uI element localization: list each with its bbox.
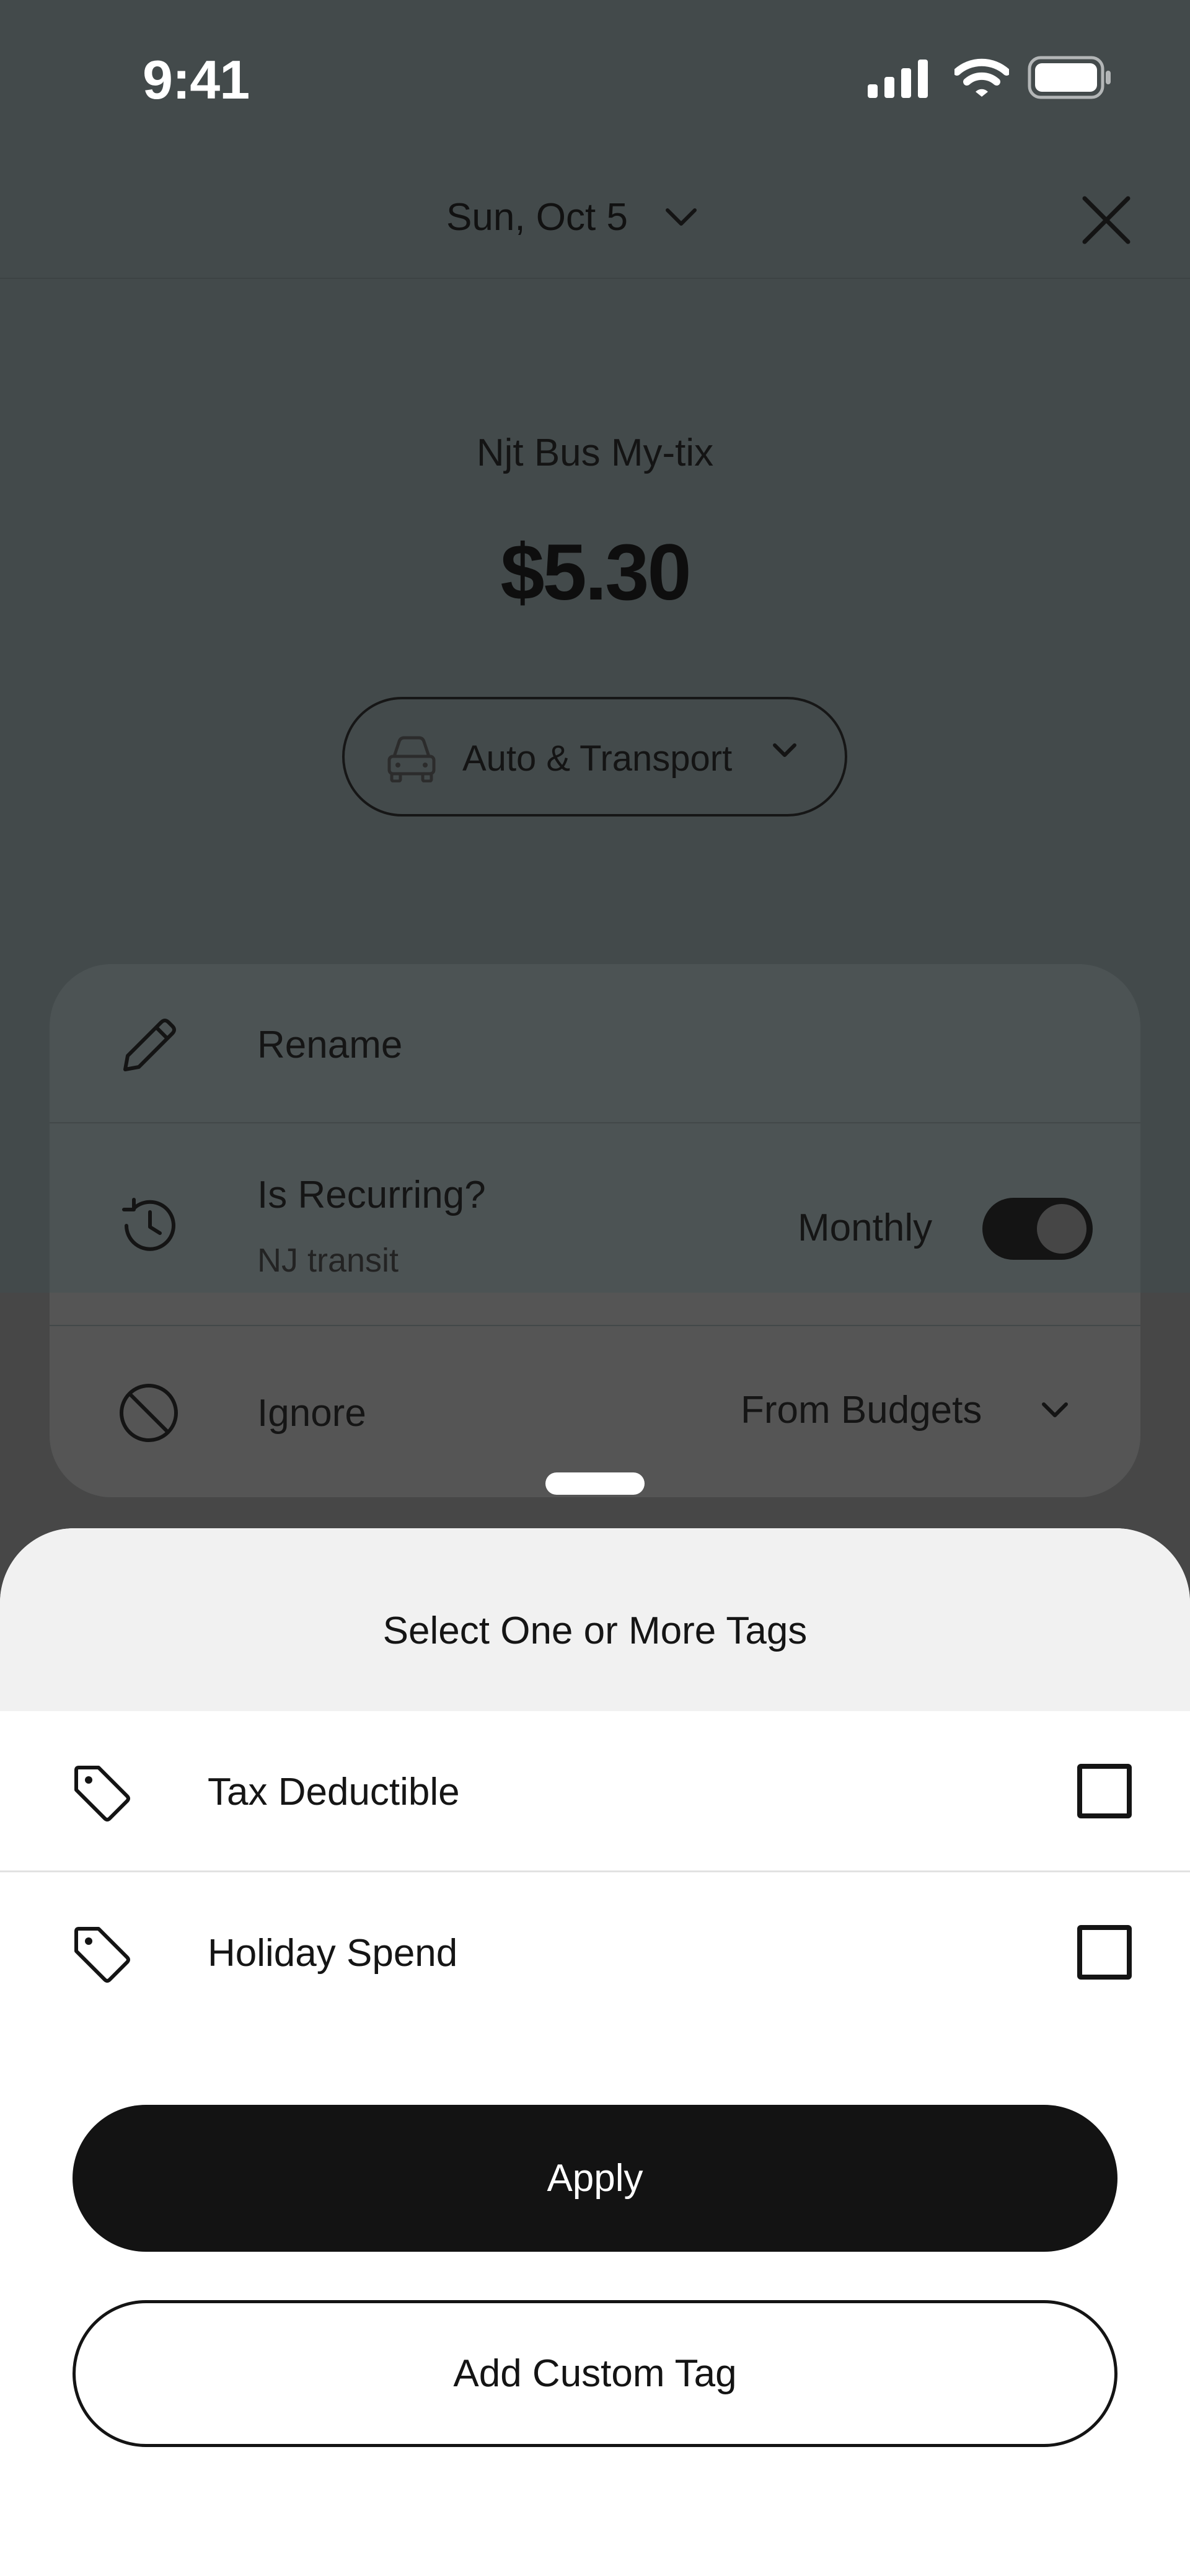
battery-icon xyxy=(1028,56,1111,99)
tag-icon xyxy=(74,1766,130,1821)
status-time: 9:41 xyxy=(143,49,250,110)
category-selector[interactable]: Auto & Transport xyxy=(342,697,847,817)
tag-checkbox[interactable] xyxy=(1077,1764,1132,1818)
recurring-toggle[interactable] xyxy=(982,1198,1093,1260)
cellular-signal-icon xyxy=(868,60,928,98)
pencil-icon xyxy=(123,1019,176,1071)
ignore-value: From Budgets xyxy=(741,1389,982,1432)
recurring-row: Is Recurring? NJ transit Monthly xyxy=(50,1123,1140,1325)
sheet-header: Select One or More Tags xyxy=(0,1528,1190,1711)
sheet-title: Select One or More Tags xyxy=(382,1609,808,1652)
rename-label: Rename xyxy=(257,1024,403,1066)
chevron-down-icon xyxy=(773,743,796,757)
tag-row-tax-deductible[interactable]: Tax Deductible xyxy=(0,1711,1190,1872)
sheet-grabber[interactable] xyxy=(545,1472,645,1495)
history-icon xyxy=(122,1198,175,1251)
tag-icon xyxy=(74,1927,130,1983)
tag-label: Holiday Spend xyxy=(208,1932,458,1975)
block-icon xyxy=(120,1384,178,1442)
tag-row-holiday-spend[interactable]: Holiday Spend xyxy=(0,1872,1190,2034)
close-icon xyxy=(1082,196,1130,244)
date-picker-button[interactable]: Sun, Oct 5 xyxy=(446,186,697,248)
add-custom-tag-button[interactable]: Add Custom Tag xyxy=(73,2300,1117,2447)
category-label: Auto & Transport xyxy=(462,738,733,779)
chevron-down-icon xyxy=(665,208,697,226)
rename-row[interactable]: Rename xyxy=(50,964,1140,1122)
date-label: Sun, Oct 5 xyxy=(446,195,628,239)
car-icon xyxy=(387,736,436,782)
transaction-amount: $5.30 xyxy=(500,528,691,617)
toggle-knob xyxy=(1037,1204,1086,1254)
recurring-label: Is Recurring? xyxy=(257,1174,486,1216)
status-icons xyxy=(868,56,1113,99)
chevron-down-icon xyxy=(1042,1402,1068,1417)
close-button[interactable] xyxy=(1072,186,1140,254)
header: Sun, Oct 5 xyxy=(0,136,1190,279)
tag-label: Tax Deductible xyxy=(208,1771,460,1813)
tag-checkbox[interactable] xyxy=(1077,1925,1132,1980)
recurring-sublabel: NJ transit xyxy=(257,1242,399,1279)
tag-selection-sheet: Select One or More Tags Tax Deductible H… xyxy=(0,1528,1190,2576)
ignore-row[interactable]: Ignore From Budgets xyxy=(50,1326,1140,1497)
recurring-frequency[interactable]: Monthly xyxy=(798,1206,932,1250)
ignore-label: Ignore xyxy=(257,1392,366,1435)
wifi-icon xyxy=(954,58,1009,97)
merchant-name: Njt Bus My-tix xyxy=(476,432,714,474)
apply-button[interactable]: Apply xyxy=(73,2105,1117,2252)
